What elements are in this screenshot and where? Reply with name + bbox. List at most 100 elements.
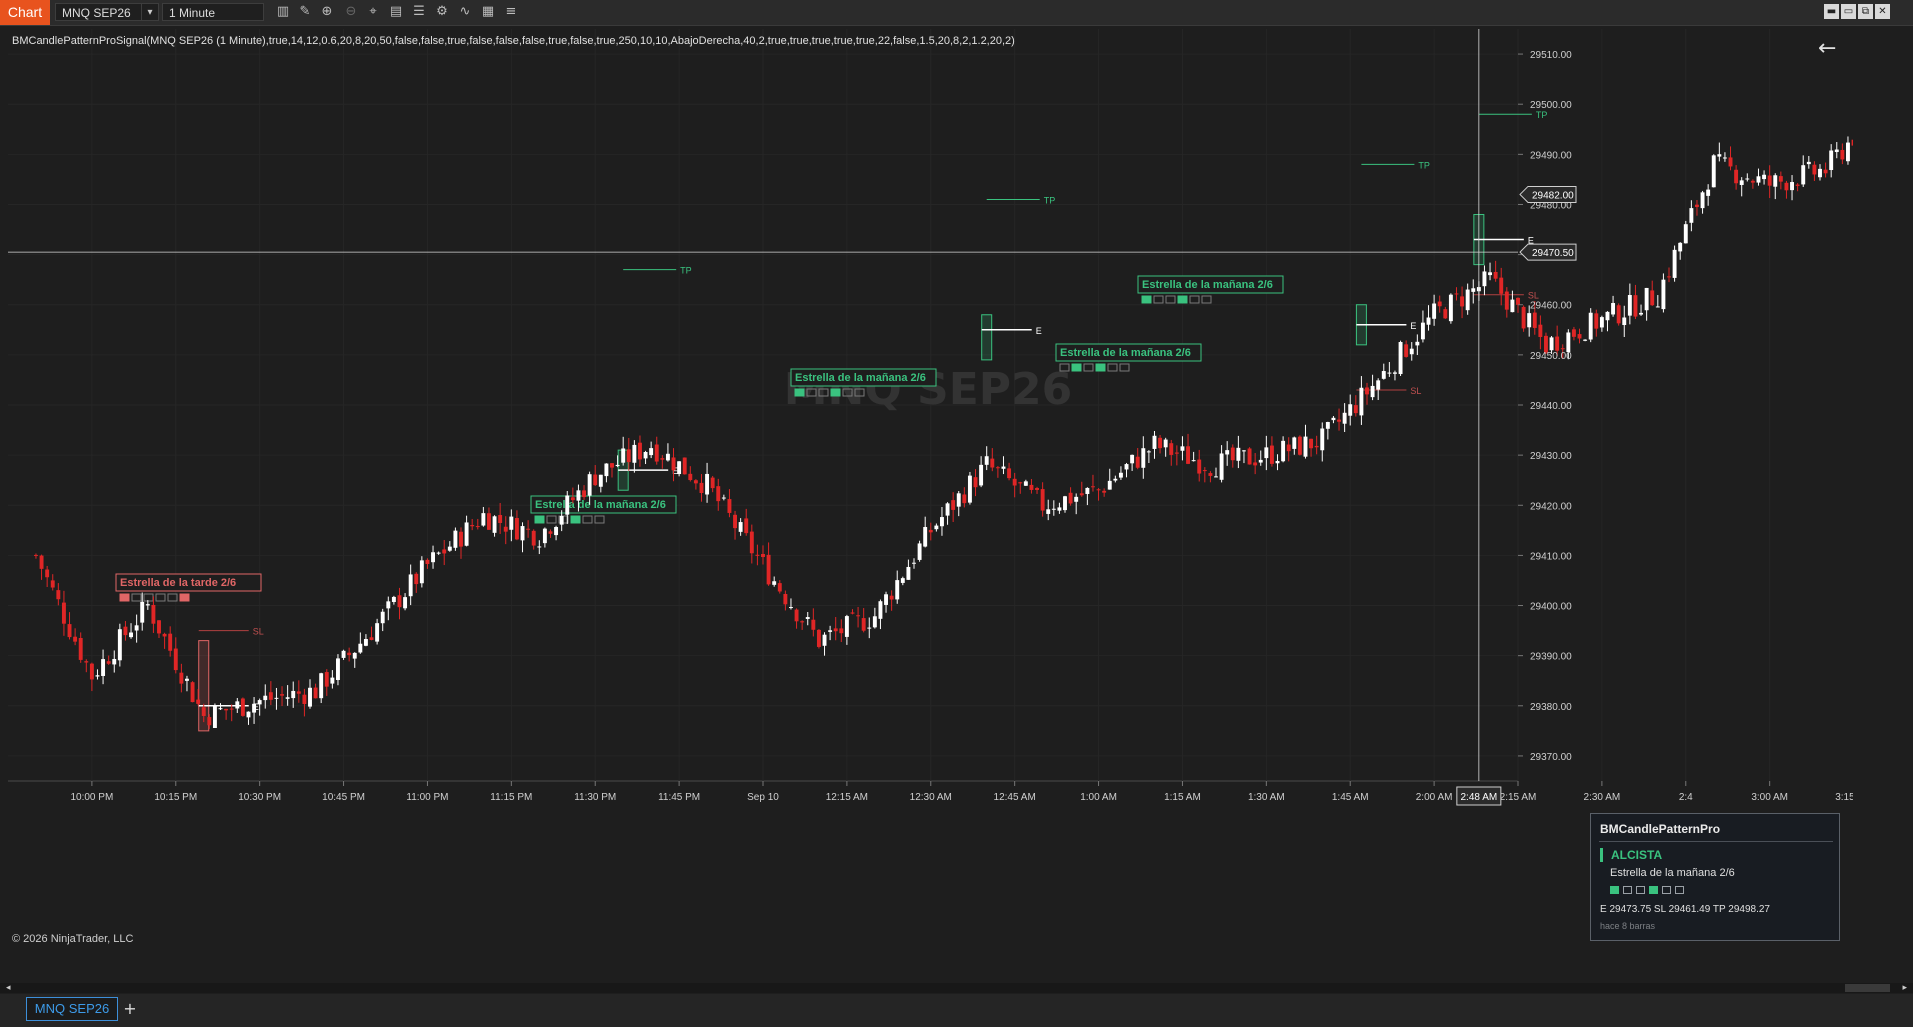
candle-body bbox=[1488, 272, 1492, 276]
candle-body bbox=[1012, 478, 1017, 486]
candle-body bbox=[1834, 149, 1839, 153]
candle-body bbox=[615, 464, 620, 467]
candle-body bbox=[1700, 192, 1705, 209]
candle-body bbox=[447, 546, 452, 551]
candle-body bbox=[358, 643, 363, 653]
candle-body bbox=[984, 456, 989, 465]
candle-body bbox=[1846, 142, 1850, 162]
candle-body bbox=[190, 682, 195, 703]
candle-body bbox=[1118, 472, 1123, 478]
candle-body bbox=[671, 457, 676, 471]
price-tick-label: 29440.00 bbox=[1530, 401, 1572, 412]
candle-body bbox=[1756, 176, 1761, 183]
entry-level-label: E bbox=[1410, 321, 1416, 331]
candle-body bbox=[1734, 169, 1739, 184]
zoom-out-icon[interactable]: ⊖ bbox=[342, 3, 360, 21]
candle-body bbox=[308, 687, 312, 707]
scroll-right-icon[interactable]: ▸ bbox=[1902, 983, 1907, 993]
info-panel-pattern: Estrella de la mañana 2/6 bbox=[1610, 867, 1735, 879]
instrument-dropdown-icon[interactable]: ▾ bbox=[141, 3, 159, 21]
interval-selector[interactable]: 1 Minute bbox=[162, 3, 264, 21]
scroll-left-icon[interactable]: ◂ bbox=[6, 983, 11, 993]
pattern-score-square bbox=[1071, 363, 1082, 372]
candle-body bbox=[693, 480, 698, 484]
maximize-icon[interactable]: ⧉ bbox=[1858, 4, 1873, 19]
time-tick-label: 1:45 AM bbox=[1332, 792, 1369, 803]
candle-body bbox=[369, 637, 374, 640]
candle-body bbox=[1124, 464, 1129, 470]
tab-mnq-sep26[interactable]: MNQ SEP26 bbox=[26, 997, 118, 1021]
candle-body bbox=[386, 601, 391, 609]
candle-body bbox=[727, 499, 732, 513]
candle-body bbox=[1174, 452, 1179, 454]
candle-body bbox=[212, 705, 217, 728]
candle-body bbox=[1778, 176, 1783, 182]
settings-list-icon[interactable]: ≡ bbox=[502, 3, 520, 21]
candle-body bbox=[296, 691, 301, 694]
score-square bbox=[1675, 886, 1684, 894]
chart-scrollbar[interactable]: ◂ ▸ bbox=[0, 983, 1913, 993]
candle-body bbox=[1376, 380, 1381, 390]
crosshair-icon[interactable]: ⌖ bbox=[364, 3, 382, 21]
price-tick-label: 29460.00 bbox=[1530, 301, 1572, 312]
candle-body bbox=[45, 569, 50, 578]
chart-tab[interactable]: Chart bbox=[0, 0, 50, 25]
instrument-selector[interactable]: MNQ SEP26 bbox=[55, 3, 143, 21]
price-chart[interactable]: MNQ SEP26 ESLEstrella de la tarde 2/6ETP… bbox=[8, 29, 1853, 952]
candle-body bbox=[470, 525, 475, 527]
candle-body bbox=[705, 473, 710, 495]
candle-body bbox=[1728, 157, 1733, 167]
bar-type-icon[interactable]: ▥ bbox=[274, 3, 292, 21]
price-tick-label: 29400.00 bbox=[1530, 602, 1572, 613]
candle-body bbox=[1443, 309, 1448, 319]
candle-body bbox=[1806, 161, 1811, 165]
minimize-icon[interactable]: ▬ bbox=[1824, 4, 1839, 19]
time-tick-label: 2:30 AM bbox=[1584, 792, 1621, 803]
candle-body bbox=[218, 708, 223, 710]
properties-icon[interactable]: ☰ bbox=[410, 3, 428, 21]
add-tab-button[interactable]: + bbox=[120, 997, 140, 1021]
take-profit-label: TP bbox=[680, 266, 692, 276]
candle-body bbox=[923, 527, 928, 547]
candle-body bbox=[1739, 180, 1744, 185]
indicator-label[interactable]: BMCandlePatternProSignal(MNQ SEP26 (1 Mi… bbox=[12, 35, 1015, 47]
data-box-icon[interactable]: ▤ bbox=[387, 3, 405, 21]
candle-body bbox=[688, 473, 693, 481]
candle-body bbox=[1281, 440, 1286, 462]
candle-body bbox=[1644, 287, 1649, 311]
candle-body bbox=[789, 607, 793, 609]
candle-body bbox=[1823, 169, 1828, 174]
candle-body bbox=[1829, 150, 1834, 171]
candle-body bbox=[559, 515, 564, 525]
restore-icon[interactable]: ▭ bbox=[1841, 4, 1856, 19]
time-tick-label: 1:00 AM bbox=[1080, 792, 1117, 803]
candle-body bbox=[179, 672, 184, 684]
candle-body bbox=[503, 526, 508, 532]
candle-body bbox=[1107, 480, 1112, 490]
indicators-icon[interactable]: ∿ bbox=[456, 3, 474, 21]
candle-body bbox=[34, 554, 38, 556]
candle-body bbox=[1510, 299, 1515, 313]
close-icon[interactable]: ✕ bbox=[1875, 4, 1890, 19]
candle-body bbox=[185, 678, 189, 681]
zoom-in-icon[interactable]: ⊕ bbox=[318, 3, 336, 21]
pencil-icon[interactable]: ✎ bbox=[296, 3, 314, 21]
candle-body bbox=[240, 698, 245, 716]
scroll-thumb[interactable] bbox=[1845, 984, 1890, 992]
strategies-icon[interactable]: ⚙ bbox=[433, 3, 451, 21]
info-panel-bars-ago: hace 8 barras bbox=[1600, 921, 1656, 931]
score-square bbox=[1636, 886, 1645, 894]
candle-body bbox=[856, 615, 861, 617]
candle-body bbox=[548, 531, 553, 534]
candle-body bbox=[1415, 341, 1420, 346]
candle-body bbox=[1571, 329, 1576, 337]
candle-body bbox=[224, 708, 229, 711]
back-arrow-icon[interactable]: ← bbox=[1818, 38, 1836, 60]
candle-body bbox=[1566, 332, 1571, 353]
candle-body bbox=[514, 518, 519, 540]
list-icon[interactable]: ▦ bbox=[479, 3, 497, 21]
candle-body bbox=[1325, 422, 1330, 429]
stop-loss-label: SL bbox=[1410, 386, 1421, 396]
candle-body bbox=[419, 560, 424, 584]
candle-body bbox=[246, 711, 251, 718]
